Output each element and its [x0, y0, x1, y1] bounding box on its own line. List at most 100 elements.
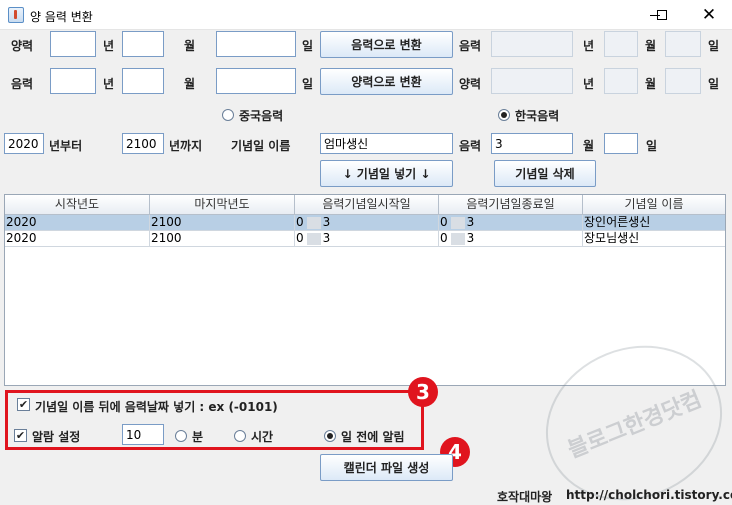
watermark-text: 블로그한경닷컴: [564, 387, 706, 464]
solar-year-result: [491, 68, 573, 94]
convert-to-solar-button[interactable]: 양력으로 변환: [320, 68, 453, 95]
col-lunar-start[interactable]: 음력기념일시작일: [295, 195, 439, 214]
cell-end-year: 2100: [150, 215, 295, 231]
cell-spacer: [306, 216, 321, 229]
title-bar: 양 음력 변환 ✕: [0, 0, 732, 30]
row1-result-year-unit: 년: [583, 39, 595, 53]
cell-lunar-end: 03: [439, 231, 583, 247]
cell-start-day: 3: [322, 231, 331, 245]
lunar-month-input[interactable]: [122, 68, 164, 94]
row2-month-unit: 월: [184, 77, 196, 91]
lunar-day-result: [665, 31, 701, 57]
footer-author: 호작대마왕: [497, 490, 553, 504]
solar-year-input[interactable]: [50, 31, 96, 57]
cell-start-day: 3: [322, 215, 331, 229]
to-year-label: 년까지: [169, 139, 203, 153]
cell-lunar-start: 03: [295, 231, 439, 247]
append-date-checkbox[interactable]: ✔: [17, 398, 30, 411]
from-year-label: 년부터: [49, 139, 83, 153]
row1-month-unit: 월: [184, 39, 196, 53]
col-start-year[interactable]: 시작년도: [5, 195, 150, 214]
row2-result-year-unit: 년: [583, 77, 595, 91]
radio-minutes[interactable]: [175, 430, 187, 442]
cell-end-month: 0: [440, 231, 448, 245]
cell-start-month: 0: [296, 231, 304, 245]
cell-spacer: [450, 216, 465, 229]
lunar-month-result: [604, 31, 638, 57]
row2-year-unit: 년: [103, 77, 115, 91]
convert-to-lunar-button[interactable]: 음력으로 변환: [320, 31, 453, 58]
row1-result-label: 음력: [459, 39, 482, 53]
cell-anniversary-name: 장모님생신: [583, 231, 725, 247]
row1-day-unit: 일: [302, 39, 314, 53]
alarm-value-input[interactable]: [122, 424, 164, 445]
annotation-badge-3: 3: [408, 377, 438, 407]
anniversary-name-input[interactable]: [320, 133, 453, 154]
cell-start-year: 2020: [5, 231, 150, 247]
to-year-input[interactable]: [122, 133, 164, 154]
anniversary-month-unit: 월: [583, 139, 595, 153]
cell-start-month: 0: [296, 215, 304, 229]
from-year-input[interactable]: [4, 133, 44, 154]
col-end-year[interactable]: 마지막년도: [150, 195, 295, 214]
cell-lunar-start: 03: [295, 215, 439, 231]
radio-days-before[interactable]: [324, 430, 336, 442]
col-lunar-end[interactable]: 음력기념일종료일: [439, 195, 583, 214]
delete-anniversary-button[interactable]: 기념일 삭제: [494, 160, 596, 187]
row1-result-day-unit: 일: [708, 39, 720, 53]
radio-hours[interactable]: [234, 430, 246, 442]
radio-chinese-lunar[interactable]: [222, 109, 234, 121]
minutes-label: 분: [192, 430, 204, 444]
row2-day-unit: 일: [302, 77, 314, 91]
col-anniversary-name[interactable]: 기념일 이름: [583, 195, 725, 214]
cell-end-day: 3: [466, 231, 475, 245]
anniversary-lunar-label: 음력: [459, 139, 482, 153]
chinese-lunar-label: 중국음력: [239, 109, 284, 123]
row2-result-month-unit: 월: [645, 77, 657, 91]
anniversary-day-input[interactable]: [604, 133, 638, 154]
korean-lunar-label: 한국음력: [515, 109, 560, 123]
window-title: 양 음력 변환: [30, 10, 93, 24]
cell-anniversary-name: 장인어른생신: [583, 215, 725, 231]
anniversary-name-label: 기념일 이름: [231, 139, 291, 153]
hours-label: 시간: [251, 430, 274, 444]
row2-input-label: 음력: [11, 77, 34, 91]
add-anniversary-button[interactable]: ↓ 기념일 넣기 ↓: [320, 160, 453, 187]
cell-lunar-end: 03: [439, 215, 583, 231]
alarm-label: 알람 설정: [32, 430, 81, 444]
cell-start-year: 2020: [5, 215, 150, 231]
maximize-button[interactable]: [639, 0, 685, 30]
row1-result-month-unit: 월: [645, 39, 657, 53]
generate-calendar-button[interactable]: 캘린더 파일 생성: [320, 454, 453, 481]
alarm-checkbox[interactable]: ✔: [14, 429, 27, 442]
days-before-label: 일 전에 알림: [341, 430, 405, 444]
cell-end-year: 2100: [150, 231, 295, 247]
row2-result-label: 양력: [459, 77, 482, 91]
close-button[interactable]: ✕: [686, 0, 732, 30]
table-header: 시작년도 마지막년도 음력기념일시작일 음력기념일종료일 기념일 이름: [5, 195, 725, 215]
row1-input-label: 양력: [11, 39, 34, 53]
lunar-year-input[interactable]: [50, 68, 96, 94]
solar-day-input[interactable]: [216, 31, 296, 57]
row2-result-day-unit: 일: [708, 77, 720, 91]
radio-korean-lunar[interactable]: [498, 109, 510, 121]
java-app-icon: [8, 7, 24, 23]
cell-spacer: [306, 232, 321, 245]
cell-spacer: [450, 232, 465, 245]
cell-end-month: 0: [440, 215, 448, 229]
row1-year-unit: 년: [103, 39, 115, 53]
close-icon: ✕: [701, 4, 717, 25]
lunar-year-result: [491, 31, 573, 57]
maximize-icon: [657, 10, 667, 20]
solar-day-result: [665, 68, 701, 94]
table-row[interactable]: 2020 2100 03 03 장모님생신: [5, 231, 725, 247]
anniversary-month-input[interactable]: [491, 133, 573, 154]
anniversary-day-unit: 일: [646, 139, 658, 153]
table-row[interactable]: 2020 2100 03 03 장인어른생신: [5, 215, 725, 231]
append-date-label: 기념일 이름 뒤에 음력날짜 넣기 : ex (-0101): [35, 400, 278, 414]
cell-end-day: 3: [466, 215, 475, 229]
lunar-day-input[interactable]: [216, 68, 296, 94]
footer-url: http://cholchori.tistory.com: [566, 488, 732, 502]
solar-month-input[interactable]: [122, 31, 164, 57]
solar-month-result: [604, 68, 638, 94]
